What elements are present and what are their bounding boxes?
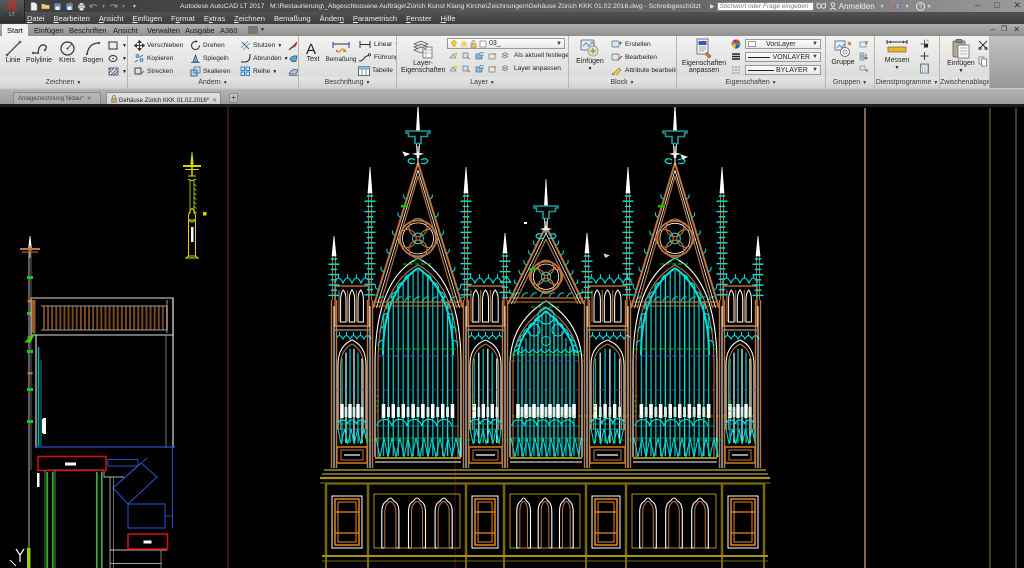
svg-text:A: A bbox=[306, 41, 316, 56]
